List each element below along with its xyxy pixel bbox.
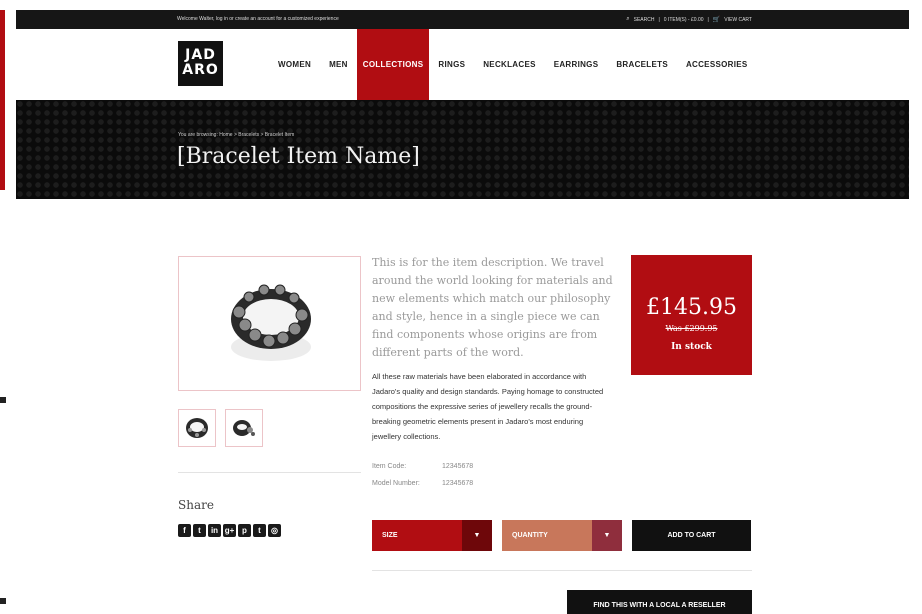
- linkedin-icon[interactable]: in: [208, 524, 221, 537]
- twitter-icon[interactable]: t: [193, 524, 206, 537]
- divider: [178, 472, 361, 473]
- cart-summary[interactable]: 0 ITEM(S) - £0.00: [664, 17, 704, 23]
- cart-icon[interactable]: 🛒: [713, 16, 720, 23]
- view-cart-link[interactable]: VIEW CART: [724, 17, 752, 23]
- spec-value: 12345678: [442, 480, 474, 487]
- spec-key: Model Number:: [372, 480, 420, 487]
- left-edge-mark: [0, 397, 6, 403]
- quantity-select[interactable]: QUANTITY ▼: [502, 520, 622, 551]
- logo-line-1: JAD: [185, 47, 216, 63]
- facebook-icon[interactable]: f: [178, 524, 191, 537]
- logo-line-2: ARO: [182, 62, 219, 78]
- spec-row-model-number: Model Number: 12345678: [372, 475, 473, 492]
- product-description-body: All these raw materials have been elabor…: [372, 372, 604, 441]
- add-to-cart-button[interactable]: ADD TO CART: [632, 520, 751, 551]
- search-link[interactable]: SEARCH: [634, 17, 655, 23]
- nav-item-collections[interactable]: COLLECTIONS: [356, 29, 430, 100]
- find-reseller-button[interactable]: FIND THIS WITH A LOCAL A RESELLER: [567, 590, 752, 614]
- quantity-select-label: QUANTITY: [512, 532, 548, 539]
- left-edge-mark: [0, 598, 6, 604]
- tumblr-icon[interactable]: t: [253, 524, 266, 537]
- divider: [372, 570, 752, 571]
- top-bar-separator: |: [658, 16, 660, 23]
- left-edge-artifact: [0, 0, 14, 614]
- price-box: £145.95 Was £299.95 In stock: [631, 255, 752, 375]
- spec-value: 12345678: [442, 463, 474, 470]
- breadcrumb[interactable]: You are browsing: Home > Bracelets > Bra…: [178, 132, 294, 138]
- ring-thumbnail-icon: [186, 418, 208, 438]
- jadaro-logo[interactable]: JAD ARO: [178, 41, 223, 86]
- size-select-label: SIZE: [382, 532, 398, 539]
- spec-row-item-code: Item Code: 12345678: [372, 458, 473, 475]
- product-specs: Item Code: 12345678 Model Number: 123456…: [372, 458, 473, 492]
- googleplus-icon[interactable]: g+: [223, 524, 236, 537]
- top-bar: Welcome Walter, log in or create an acco…: [16, 10, 909, 29]
- product-description-lead: This is for the item description. We tra…: [372, 256, 613, 359]
- nav-item-men[interactable]: MEN: [320, 29, 357, 100]
- nav-item-women[interactable]: WOMEN: [269, 29, 320, 100]
- thumbnail-2[interactable]: [225, 409, 263, 447]
- page-title: [Bracelet Item Name]: [177, 144, 420, 169]
- chevron-down-icon[interactable]: ▼: [592, 520, 622, 551]
- left-edge-red-bar: [0, 10, 5, 190]
- page-hero: You are browsing: Home > Bracelets > Bra…: [16, 100, 909, 199]
- size-select[interactable]: SIZE ▼: [372, 520, 492, 551]
- current-price: £145.95: [646, 295, 737, 320]
- ring-thumbnail-icon: [233, 420, 255, 436]
- instagram-icon[interactable]: ◎: [268, 524, 281, 537]
- pinterest-icon[interactable]: p: [238, 524, 251, 537]
- product-main-image[interactable]: [178, 256, 361, 391]
- stock-status: In stock: [671, 342, 712, 352]
- nav-item-bracelets[interactable]: BRACELETS: [607, 29, 677, 100]
- search-icon[interactable]: ⌕: [626, 16, 629, 23]
- welcome-message: Welcome Walter, log in or create an acco…: [177, 16, 339, 22]
- nav-item-rings[interactable]: RINGS: [429, 29, 474, 100]
- nav-item-necklaces[interactable]: NECKLACES: [474, 29, 544, 100]
- top-bar-actions: ⌕ SEARCH | 0 ITEM(S) - £0.00 | 🛒 VIEW CA…: [626, 16, 752, 23]
- chevron-down-icon[interactable]: ▼: [462, 520, 492, 551]
- thumbnail-1[interactable]: [178, 409, 216, 447]
- nav-item-accessories[interactable]: ACCESSORIES: [677, 29, 757, 100]
- was-price: Was £299.95: [665, 324, 718, 333]
- ring-image: [231, 284, 311, 361]
- spec-key: Item Code:: [372, 463, 407, 470]
- share-title: Share: [178, 498, 214, 512]
- main-nav: WOMEN MEN COLLECTIONS RINGS NECKLACES EA…: [269, 29, 757, 100]
- top-bar-separator: |: [707, 16, 709, 23]
- nav-item-earrings[interactable]: EARRINGS: [545, 29, 608, 100]
- share-icons: f t in g+ p t ◎: [178, 524, 281, 537]
- site-header: JAD ARO WOMEN MEN COLLECTIONS RINGS NECK…: [16, 29, 909, 100]
